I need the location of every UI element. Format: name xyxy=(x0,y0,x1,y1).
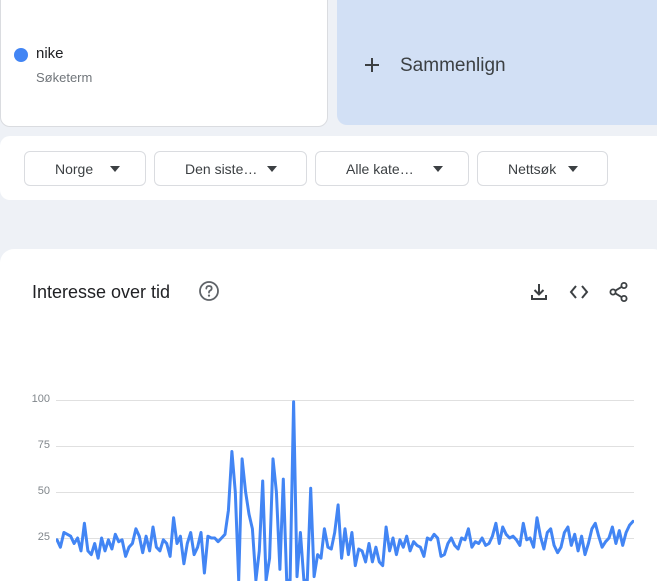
share-icon[interactable] xyxy=(608,281,630,303)
chart-title: Interesse over tid xyxy=(32,282,171,302)
category-filter-label: Alle kate… xyxy=(346,161,414,177)
help-circle-icon[interactable] xyxy=(198,280,220,302)
region-filter[interactable]: Norge xyxy=(24,151,146,186)
compare-button[interactable]: Sammenlign xyxy=(337,0,657,125)
interest-over-time-card: Interesse over tid 100 75 50 25 xyxy=(0,249,657,581)
search-term-card[interactable]: nike Søketerm xyxy=(0,0,328,127)
y-tick-label: 75 xyxy=(37,439,50,451)
y-tick-label: 25 xyxy=(37,531,50,543)
search-type-filter[interactable]: Nettsøk xyxy=(477,151,608,186)
series-color-dot xyxy=(14,48,28,62)
filter-bar: Norge Den siste… Alle kate… Nettsøk xyxy=(0,136,657,200)
y-tick-label: 50 xyxy=(37,485,50,497)
time-range-filter-label: Den siste… xyxy=(185,161,258,177)
caret-down-icon xyxy=(568,166,578,172)
embed-code-icon[interactable] xyxy=(568,281,590,303)
time-range-filter[interactable]: Den siste… xyxy=(154,151,307,186)
region-filter-label: Norge xyxy=(55,161,94,177)
category-filter[interactable]: Alle kate… xyxy=(315,151,469,186)
search-type-filter-label: Nettsøk xyxy=(508,161,557,177)
caret-down-icon xyxy=(433,166,443,172)
search-term-type: Søketerm xyxy=(36,70,93,85)
caret-down-icon xyxy=(267,166,277,172)
y-tick-label: 100 xyxy=(31,393,50,405)
plus-icon xyxy=(362,50,382,80)
search-term-name[interactable]: nike xyxy=(36,45,64,62)
interest-line-chart[interactable] xyxy=(56,400,634,581)
series-line-nike xyxy=(56,400,634,581)
download-icon[interactable] xyxy=(528,281,550,303)
compare-label: Sammenlign xyxy=(400,55,506,76)
caret-down-icon xyxy=(110,166,120,172)
